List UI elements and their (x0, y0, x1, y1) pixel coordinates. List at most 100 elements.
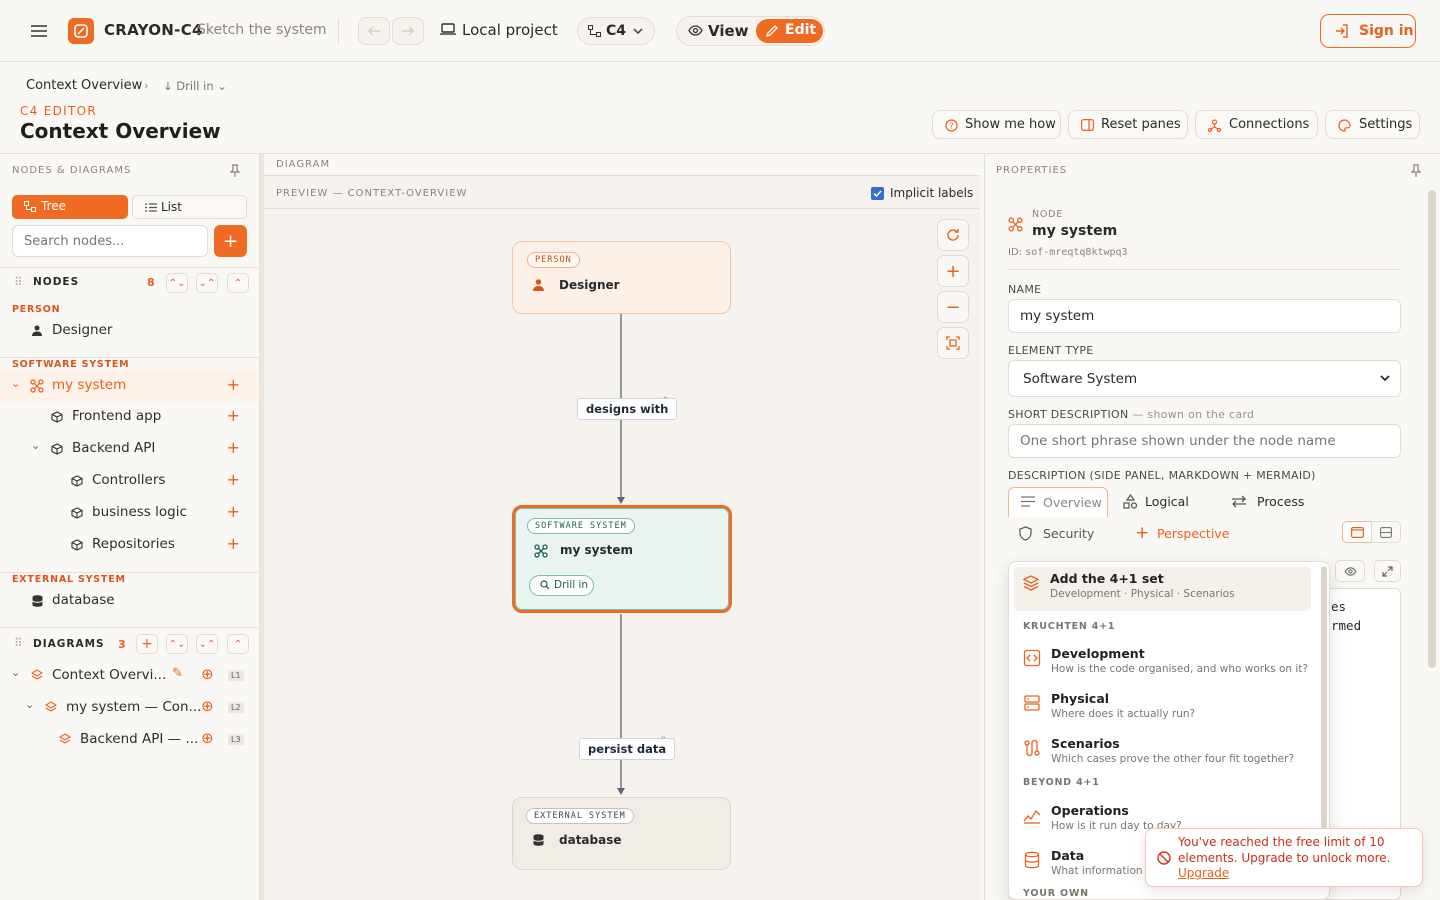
node-system-my-system[interactable]: SOFTWARE SYSTEM my system Drill in (512, 505, 732, 613)
level-badge: L2 (228, 702, 244, 713)
option-title: Add the 4+1 set (1050, 571, 1164, 586)
tree-item-frontend[interactable]: Frontend app + (0, 402, 258, 432)
add-circle-icon[interactable]: ⊕ (201, 665, 214, 683)
expand-all-icon[interactable]: ⌃⌄ (166, 273, 188, 293)
add-child-button[interactable]: + (227, 375, 240, 394)
tab-list[interactable]: List (132, 195, 247, 219)
add-child-button[interactable]: + (227, 534, 240, 553)
chevron-down-icon[interactable]: ⌄ (31, 439, 40, 452)
reset-panes-button[interactable]: Reset panes (1068, 110, 1188, 139)
tab-label: Security (1043, 526, 1095, 541)
add-circle-icon[interactable]: ⊕ (201, 729, 214, 747)
collapse-all-icon[interactable]: ⌄⌃ (196, 273, 218, 293)
sign-in-button[interactable]: Sign in (1320, 14, 1416, 48)
drag-handle-icon[interactable]: ⠿ (14, 636, 23, 650)
magic-wand-icon[interactable]: ✎ (172, 666, 183, 681)
notation-select[interactable]: C4 (577, 17, 655, 45)
scrollbar[interactable] (1321, 566, 1327, 828)
type-label: ELEMENT TYPE (1008, 344, 1094, 357)
chevron-up-icon[interactable]: ⌃ (227, 273, 249, 293)
tree-item-label: my system (52, 377, 127, 393)
connections-button[interactable]: Connections (1195, 110, 1318, 139)
undo-button[interactable] (358, 17, 390, 45)
database-icon (1023, 851, 1041, 869)
edge-label-designs-with[interactable]: designs with (577, 398, 678, 420)
chevron-down-icon[interactable]: ⌄ (11, 666, 20, 679)
tree-item-controllers[interactable]: Controllers + (0, 466, 258, 496)
diagram-item-l1[interactable]: ⌄ Context Overvi... ✎ ⊕ L1 (0, 661, 258, 691)
tab-tree[interactable]: Tree (12, 195, 128, 219)
element-type-select[interactable]: Software System (1008, 360, 1401, 397)
pin-icon[interactable] (230, 164, 240, 178)
drill-in-button[interactable]: Drill in (529, 575, 594, 596)
zoom-in-button[interactable]: + (937, 255, 969, 287)
implicit-labels-checkbox[interactable] (871, 187, 884, 200)
editor-mode-icon[interactable] (1342, 521, 1372, 543)
person-icon (533, 279, 544, 291)
expand-all-icon[interactable]: ⌃⌄ (166, 634, 188, 654)
zoom-out-button[interactable]: − (937, 291, 969, 323)
scenarios-option[interactable]: Scenarios Which cases prove the other fo… (1019, 732, 1317, 774)
tab-process[interactable]: Process (1228, 491, 1328, 515)
add-child-button[interactable]: + (227, 502, 240, 521)
tree-item-database[interactable]: database (0, 586, 258, 616)
node-person-designer[interactable]: PERSON Designer (512, 241, 731, 314)
chevron-down-icon[interactable]: ⌄ (25, 698, 34, 711)
chevron-up-icon[interactable]: ⌃ (227, 634, 249, 654)
tab-security[interactable]: Security (1015, 523, 1115, 547)
breadcrumb-drill[interactable]: ↓ Drill in ⌄ (163, 79, 227, 93)
person-icon (32, 325, 42, 336)
chevron-down-icon[interactable]: ⌄ (11, 377, 20, 390)
split-mode-icon[interactable] (1371, 521, 1401, 543)
tab-label: Logical (1145, 494, 1189, 509)
add-child-button[interactable]: + (227, 470, 240, 489)
pin-icon[interactable] (1411, 164, 1421, 178)
add-4plus1-set-option[interactable]: Add the 4+1 set Development · Physical ·… (1014, 567, 1311, 611)
development-option[interactable]: Development How is the code organised, a… (1019, 642, 1317, 684)
diagram-item-l2[interactable]: ⌄ my system — Con... ⊕ L2 (0, 693, 258, 723)
collapse-all-icon[interactable]: ⌄⌃ (196, 634, 218, 654)
drag-handle-icon[interactable]: ⠿ (14, 275, 23, 289)
add-node-button[interactable]: + (214, 225, 247, 257)
settings-button[interactable]: Settings (1325, 110, 1420, 139)
add-child-button[interactable]: + (227, 438, 240, 457)
system-icon (1008, 217, 1023, 232)
view-button[interactable]: View (708, 22, 749, 40)
fit-view-icon[interactable] (937, 327, 969, 359)
preview-title: PREVIEW — CONTEXT-OVERVIEW (276, 188, 468, 199)
node-external-database[interactable]: EXTERNAL SYSTEM database (512, 797, 731, 870)
short-description-input[interactable] (1008, 424, 1401, 458)
reset-panes-label: Reset panes (1101, 117, 1181, 132)
tree-item-my-system[interactable]: ⌄ my system + (0, 370, 258, 402)
diagram-item-l3[interactable]: Backend API — ... ⊕ L3 (0, 725, 258, 755)
menu-icon[interactable] (28, 20, 50, 42)
add-child-button[interactable]: + (227, 406, 240, 425)
eye-icon[interactable] (1335, 560, 1365, 582)
mode-toggle: View Edit (676, 16, 825, 46)
add-diagram-button[interactable]: + (136, 634, 158, 654)
tab-logical[interactable]: Logical (1120, 491, 1220, 515)
redo-button[interactable] (392, 17, 424, 45)
breadcrumb-root[interactable]: Context Overview (26, 78, 142, 93)
search-input[interactable] (12, 225, 208, 257)
tree-item-designer[interactable]: Designer (0, 316, 258, 346)
tree-item-backend[interactable]: ⌄ Backend API + (0, 434, 258, 464)
physical-option[interactable]: Physical Where does it actually run? (1019, 687, 1317, 729)
hierarchy-icon (588, 25, 601, 37)
upgrade-link[interactable]: Upgrade (1178, 866, 1229, 880)
name-field[interactable]: my system (1008, 299, 1401, 333)
tab-overview[interactable]: Overview (1008, 487, 1108, 517)
expand-icon[interactable] (1374, 560, 1401, 582)
refresh-icon[interactable] (937, 219, 969, 251)
diagram-label: Context Overvi... (52, 667, 167, 683)
edit-button[interactable]: Edit (756, 19, 823, 43)
tree-item-business-logic[interactable]: business logic + (0, 498, 258, 528)
system-icon (30, 379, 44, 393)
tree-item-repositories[interactable]: Repositories + (0, 530, 258, 560)
show-me-how-button[interactable]: ? Show me how (932, 110, 1061, 139)
edge-label-persist-data[interactable]: persist data (579, 738, 676, 760)
add-perspective-button[interactable]: + Perspective (1133, 523, 1243, 547)
add-circle-icon[interactable]: ⊕ (201, 697, 214, 715)
project-name[interactable]: Local project (462, 21, 558, 39)
scrollbar[interactable] (1428, 190, 1436, 668)
